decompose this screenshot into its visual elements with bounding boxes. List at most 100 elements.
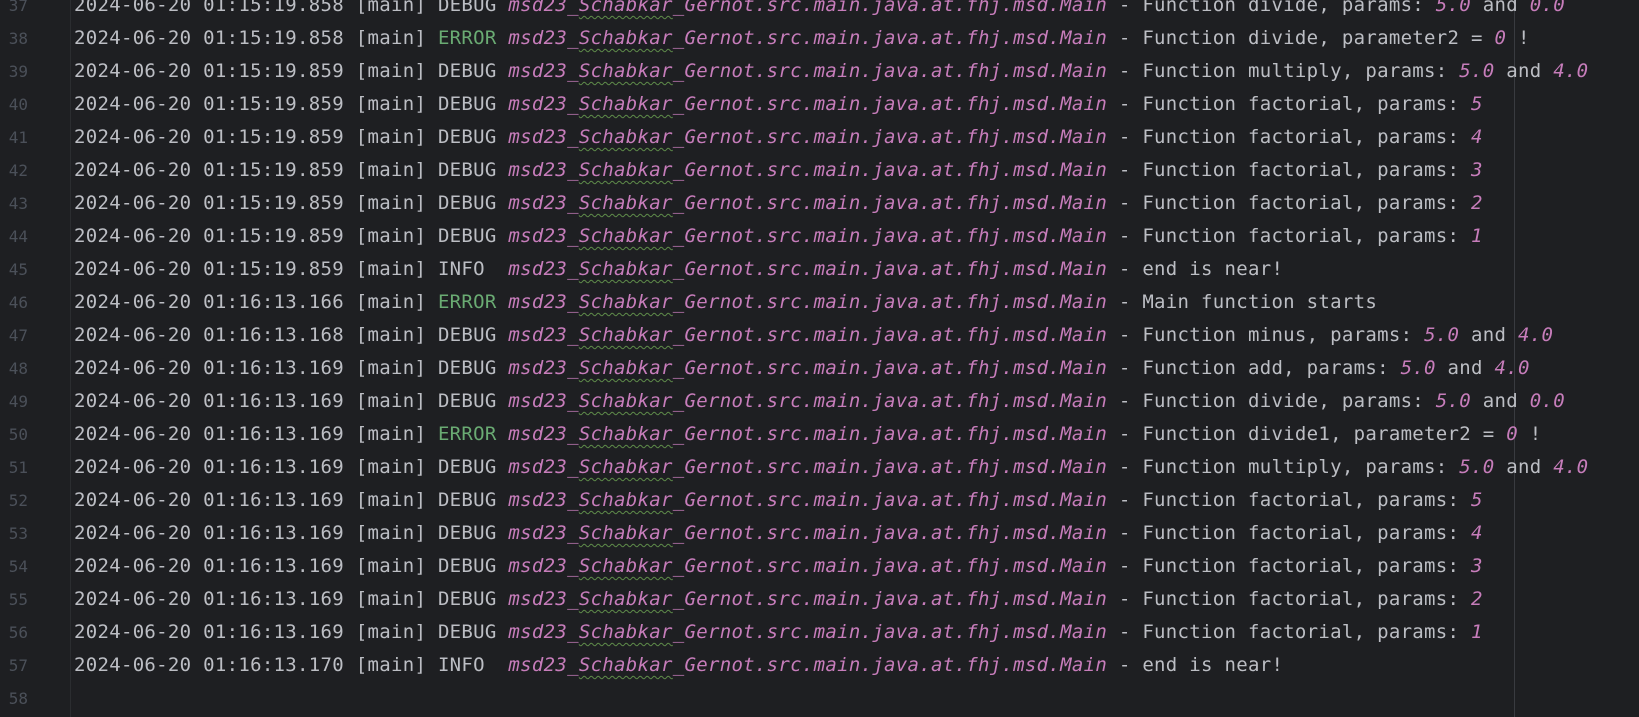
log-entry: 2024-06-20 01:15:19.859 [main] DEBUG msd… <box>74 55 1588 88</box>
log-line[interactable]: 49 2024-06-20 01:16:13.169 [main] DEBUG m… <box>0 385 1639 418</box>
log-timestamp: 2024-06-20 01:16:13.170 <box>74 654 344 676</box>
logger-prefix: msd23_ <box>508 324 579 346</box>
log-line[interactable]: 38 2024-06-20 01:15:19.858 [main] ERROR m… <box>0 22 1639 55</box>
param-value: 0.0 <box>1529 0 1565 16</box>
log-entry: 2024-06-20 01:15:19.859 [main] DEBUG msd… <box>74 154 1483 187</box>
log-level: DEBUG <box>437 555 497 577</box>
log-line[interactable]: 58 <box>0 682 1639 715</box>
logger-name: msd23_Schabkar_Gernot.src.main.java.at.f… <box>508 555 1107 577</box>
log-level: DEBUG <box>437 489 497 511</box>
param-value: 0 <box>1494 27 1507 49</box>
message-text: Function factorial, params: <box>1142 522 1472 544</box>
log-line[interactable]: 57 2024-06-20 01:16:13.170 [main] INFO ms… <box>0 649 1639 682</box>
log-line[interactable]: 52 2024-06-20 01:16:13.169 [main] DEBUG m… <box>0 484 1639 517</box>
message-text: Function divide1, parameter2 = <box>1142 423 1507 445</box>
logger-rest: _Gernot.src.main.java.at.fhj.msd.Main <box>672 423 1108 445</box>
logger-underlined-word: Schabkar <box>578 489 673 511</box>
log-thread: [main] <box>355 126 427 148</box>
line-number: 56 <box>8 623 28 642</box>
log-separator: - <box>1107 324 1143 346</box>
log-message: Function factorial, params: 4 <box>1142 126 1482 148</box>
log-line[interactable]: 53 2024-06-20 01:16:13.169 [main] DEBUG m… <box>0 517 1639 550</box>
logger-prefix: msd23_ <box>508 27 579 49</box>
log-separator: - <box>1107 588 1143 610</box>
log-level: DEBUG <box>437 390 497 412</box>
message-text: Function multiply, params: <box>1142 456 1460 478</box>
log-entry: 2024-06-20 01:16:13.166 [main] ERROR msd… <box>74 286 1377 319</box>
logger-prefix: msd23_ <box>508 60 579 82</box>
log-thread: [main] <box>355 357 427 379</box>
logger-underlined-word: Schabkar <box>578 192 673 214</box>
log-line[interactable]: 56 2024-06-20 01:16:13.169 [main] DEBUG m… <box>0 616 1639 649</box>
log-line[interactable]: 45 2024-06-20 01:15:19.859 [main] INFO ms… <box>0 253 1639 286</box>
log-entry: 2024-06-20 01:15:19.859 [main] INFO msd2… <box>74 253 1283 286</box>
logger-rest: _Gernot.src.main.java.at.fhj.msd.Main <box>672 126 1108 148</box>
log-entry: 2024-06-20 01:15:19.859 [main] DEBUG msd… <box>74 88 1483 121</box>
log-thread: [main] <box>355 423 427 445</box>
log-line[interactable]: 37 2024-06-20 01:15:19.858 [main] DEBUG m… <box>0 0 1639 22</box>
param-value: 0 <box>1506 423 1518 445</box>
log-separator: - <box>1107 192 1143 214</box>
log-line[interactable]: 39 2024-06-20 01:15:19.859 [main] DEBUG m… <box>0 55 1639 88</box>
log-line[interactable]: 42 2024-06-20 01:15:19.859 [main] DEBUG m… <box>0 154 1639 187</box>
log-level: DEBUG <box>437 621 497 643</box>
log-timestamp: 2024-06-20 01:16:13.169 <box>74 456 344 478</box>
log-entry: 2024-06-20 01:16:13.169 [main] DEBUG msd… <box>74 583 1483 616</box>
message-text: Function divide, parameter2 = <box>1142 27 1495 49</box>
log-separator: - <box>1107 456 1143 478</box>
log-line[interactable]: 50 2024-06-20 01:16:13.169 [main] ERROR m… <box>0 418 1639 451</box>
line-number: 46 <box>8 293 28 312</box>
line-number: 43 <box>8 194 28 213</box>
param-value: 4 <box>1471 126 1483 148</box>
log-separator: - <box>1107 423 1143 445</box>
logger-prefix: msd23_ <box>508 522 579 544</box>
logger-underlined-word: Schabkar <box>578 588 673 610</box>
log-line[interactable]: 48 2024-06-20 01:16:13.169 [main] DEBUG m… <box>0 352 1639 385</box>
log-editor[interactable]: 37 2024-06-20 01:15:19.858 [main] DEBUG m… <box>0 0 1639 717</box>
log-line[interactable]: 47 2024-06-20 01:16:13.168 [main] DEBUG m… <box>0 319 1639 352</box>
logger-underlined-word: Schabkar <box>578 60 673 82</box>
log-message: Function divide, params: 5.0 and 0.0 <box>1142 390 1565 412</box>
log-line[interactable]: 41 2024-06-20 01:15:19.859 [main] DEBUG m… <box>0 121 1639 154</box>
log-line[interactable]: 43 2024-06-20 01:15:19.859 [main] DEBUG m… <box>0 187 1639 220</box>
log-level: DEBUG <box>437 225 497 247</box>
param-value: 2 <box>1471 588 1483 610</box>
line-number: 41 <box>8 128 28 147</box>
param-value: 4.0 <box>1553 60 1589 82</box>
log-separator: - <box>1107 489 1143 511</box>
log-thread: [main] <box>355 522 427 544</box>
log-line[interactable]: 55 2024-06-20 01:16:13.169 [main] DEBUG m… <box>0 583 1639 616</box>
log-thread: [main] <box>355 60 427 82</box>
log-message: Function factorial, params: 3 <box>1142 555 1482 577</box>
line-number: 54 <box>8 557 28 576</box>
logger-rest: _Gernot.src.main.java.at.fhj.msd.Main <box>672 27 1108 49</box>
log-line[interactable]: 51 2024-06-20 01:16:13.169 [main] DEBUG m… <box>0 451 1639 484</box>
log-line[interactable]: 44 2024-06-20 01:15:19.859 [main] DEBUG m… <box>0 220 1639 253</box>
logger-underlined-word: Schabkar <box>578 390 673 412</box>
logger-prefix: msd23_ <box>508 555 579 577</box>
logger-name: msd23_Schabkar_Gernot.src.main.java.at.f… <box>508 291 1107 313</box>
logger-prefix: msd23_ <box>508 390 579 412</box>
logger-prefix: msd23_ <box>508 225 579 247</box>
log-line[interactable]: 54 2024-06-20 01:16:13.169 [main] DEBUG m… <box>0 550 1639 583</box>
log-message: Function multiply, params: 5.0 and 4.0 <box>1142 456 1588 478</box>
message-text: Function factorial, params: <box>1142 225 1472 247</box>
log-timestamp: 2024-06-20 01:15:19.859 <box>74 225 344 247</box>
logger-prefix: msd23_ <box>508 159 579 181</box>
logger-name: msd23_Schabkar_Gernot.src.main.java.at.f… <box>508 588 1107 610</box>
log-timestamp: 2024-06-20 01:16:13.169 <box>74 357 344 379</box>
log-entry: 2024-06-20 01:16:13.169 [main] DEBUG msd… <box>74 385 1565 418</box>
logger-prefix: msd23_ <box>508 357 579 379</box>
logger-underlined-word: Schabkar <box>578 159 673 181</box>
log-line[interactable]: 40 2024-06-20 01:15:19.859 [main] DEBUG m… <box>0 88 1639 121</box>
logger-name: msd23_Schabkar_Gernot.src.main.java.at.f… <box>508 357 1107 379</box>
logger-rest: _Gernot.src.main.java.at.fhj.msd.Main <box>672 225 1108 247</box>
logger-prefix: msd23_ <box>508 654 579 676</box>
log-entry: 2024-06-20 01:16:13.170 [main] INFO msd2… <box>74 649 1283 682</box>
log-timestamp: 2024-06-20 01:16:13.168 <box>74 324 344 346</box>
logger-rest: _Gernot.src.main.java.at.fhj.msd.Main <box>672 390 1108 412</box>
log-message: Function factorial, params: 4 <box>1142 522 1482 544</box>
logger-name: msd23_Schabkar_Gernot.src.main.java.at.f… <box>508 27 1107 49</box>
logger-rest: _Gernot.src.main.java.at.fhj.msd.Main <box>672 93 1108 115</box>
log-line[interactable]: 46 2024-06-20 01:16:13.166 [main] ERROR m… <box>0 286 1639 319</box>
